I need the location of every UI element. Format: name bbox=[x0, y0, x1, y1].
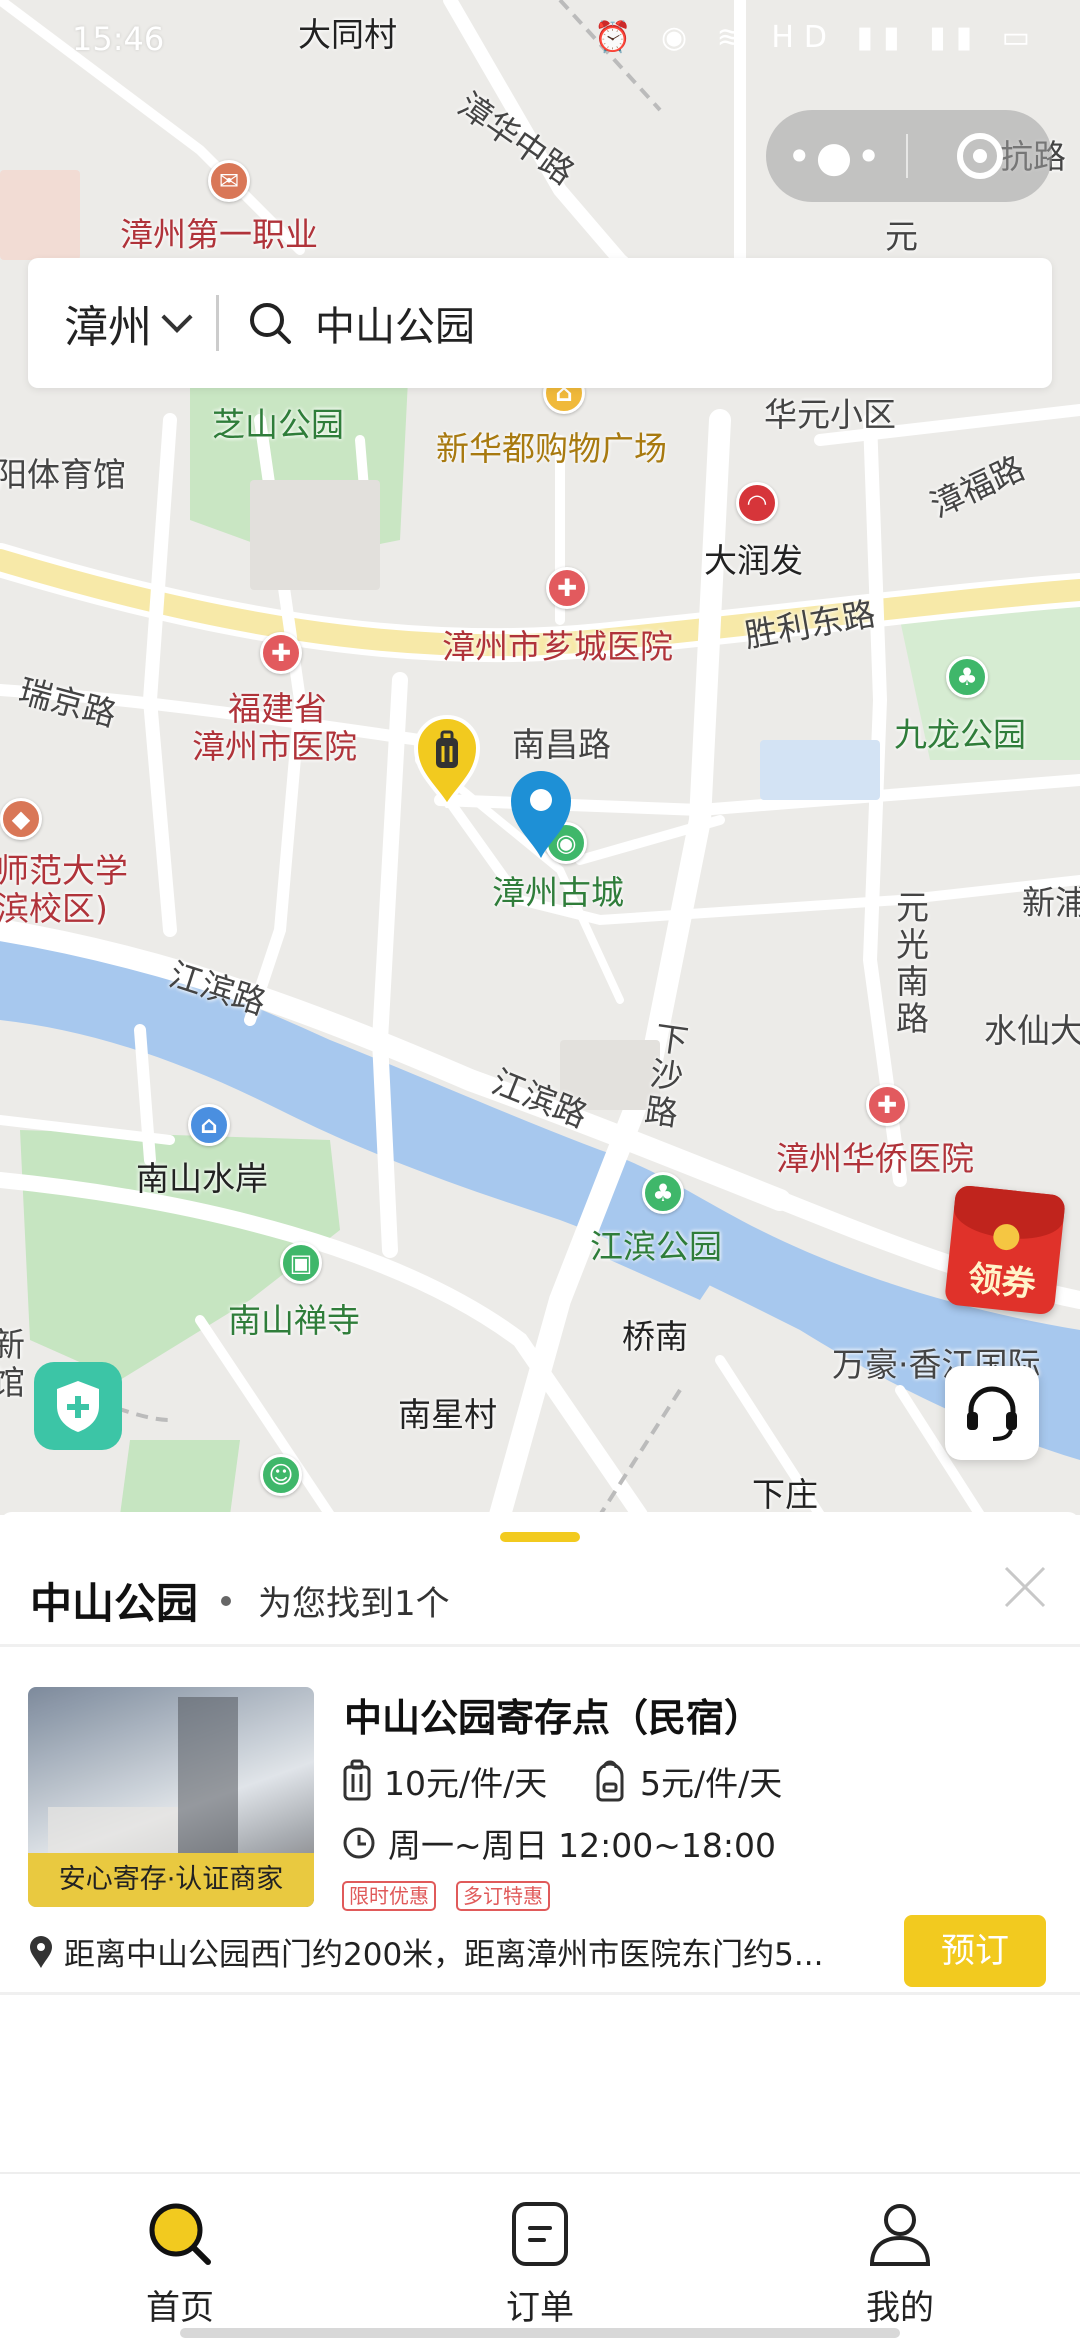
hospital-icon[interactable]: ✚ bbox=[260, 632, 302, 674]
residence-icon[interactable]: ⌂ bbox=[188, 1104, 230, 1146]
close-icon[interactable] bbox=[1002, 1564, 1048, 1610]
darunfa-logo-icon[interactable]: ◠ bbox=[736, 482, 778, 524]
location-pin-icon bbox=[511, 771, 571, 858]
store-photo[interactable]: 安心寄存·认证商家 bbox=[28, 1687, 314, 1907]
promo-tag: 限时优惠 bbox=[342, 1881, 436, 1911]
promo-tag: 多订特惠 bbox=[456, 1881, 550, 1911]
poi-icon[interactable]: ☺ bbox=[260, 1454, 302, 1496]
map-label: 南山禅寺 bbox=[228, 1301, 360, 1340]
map-label: 阳体育馆 bbox=[0, 455, 126, 494]
map-label: 滨校区) bbox=[0, 889, 108, 928]
hospital-icon[interactable]: ✚ bbox=[866, 1084, 908, 1126]
map-view[interactable]: ✉ ⌂ ◠ ✚ ✚ ♣ ◆ ◉ ✚ ⌂ ♣ ▣ ☺ 大同村 漳华中路 抗路 漳州… bbox=[0, 0, 1080, 1515]
map-label: 南昌路 bbox=[512, 725, 611, 764]
tab-mine[interactable]: 我的 bbox=[810, 2198, 990, 2329]
price-luggage: 10元/件/天 bbox=[342, 1757, 547, 1805]
safety-shield-button[interactable] bbox=[34, 1362, 122, 1450]
storage-point-pin-icon[interactable] bbox=[412, 712, 482, 808]
tab-orders[interactable]: 订单 bbox=[450, 2198, 630, 2329]
store-distance-text: 距离中山公园西门约200米，距离漳州市医院东门约5... bbox=[64, 1937, 824, 1973]
search-icon bbox=[250, 303, 291, 344]
close-miniprogram-button[interactable] bbox=[908, 133, 1052, 179]
order-icon bbox=[512, 2202, 568, 2266]
user-icon bbox=[869, 2204, 931, 2266]
price-luggage-text: 10元/件/天 bbox=[384, 1764, 548, 1803]
chevron-down-icon bbox=[161, 301, 193, 333]
storage-point-card[interactable]: 安心寄存·认证商家 中山公园寄存点（民宿） 10元/件/天 5元/件/天 周一~… bbox=[0, 1647, 1080, 1992]
map-label: 江滨公园 bbox=[590, 1227, 722, 1266]
search-input[interactable]: 中山公园 bbox=[315, 294, 475, 352]
map-label: 华元小区 bbox=[764, 395, 896, 434]
map-label: 南山水岸 bbox=[136, 1159, 268, 1198]
map-label: 新浦 bbox=[1022, 883, 1080, 922]
coupon-label: 领券 bbox=[965, 1258, 1038, 1306]
status-icons: ⏰ ◉ ≋ HD ▮▮ ▮▮ ▭ bbox=[594, 20, 1040, 55]
map-label: 漳州市医院 bbox=[192, 727, 357, 766]
status-bar: 15:46 ⏰ ◉ ≋ HD ▮▮ ▮▮ ▭ bbox=[0, 0, 1080, 80]
map-label: 新馆 bbox=[0, 1325, 25, 1402]
price-bag: 5元/件/天 bbox=[592, 1757, 782, 1805]
miniprogram-capsule: •●• bbox=[766, 110, 1052, 202]
results-title: 中山公园 bbox=[30, 1579, 199, 1628]
map-label: 新华都购物广场 bbox=[436, 429, 667, 468]
results-sheet: 中山公园 为您找到1个 安心寄存·认证商家 中山公园寄存点（民宿） 10元/件/… bbox=[0, 1512, 1080, 2172]
map-label: 漳州华侨医院 bbox=[776, 1139, 974, 1178]
tab-label: 订单 bbox=[506, 2288, 574, 2328]
city-name: 漳州 bbox=[64, 302, 152, 353]
search-bar: 漳州 中山公园 bbox=[28, 258, 1052, 388]
map-label: 大润发 bbox=[704, 541, 803, 580]
coupon-red-envelope-button[interactable]: 领券 bbox=[944, 1184, 1066, 1316]
store-distance: 距离中山公园西门约200米，距离漳州市医院东门约5... bbox=[28, 1929, 888, 1974]
map-label: 南星村 bbox=[398, 1395, 497, 1434]
temple-icon[interactable]: ▣ bbox=[280, 1242, 322, 1284]
certified-badge: 安心寄存·认证商家 bbox=[28, 1853, 314, 1907]
tab-home[interactable]: 首页 bbox=[90, 2198, 270, 2329]
tab-label: 我的 bbox=[866, 2288, 934, 2328]
sheet-drag-handle[interactable] bbox=[500, 1532, 580, 1542]
map-label: 元光南路 bbox=[896, 888, 929, 1038]
location-icon bbox=[30, 1935, 52, 1968]
park-south bbox=[120, 1440, 240, 1515]
separator-dot bbox=[221, 1596, 231, 1606]
map-label: 下庄 bbox=[752, 1475, 818, 1514]
city-selector[interactable]: 漳州 bbox=[28, 291, 216, 355]
search-divider bbox=[216, 295, 219, 351]
bottom-tab-bar: 首页 订单 我的 bbox=[0, 2172, 1080, 2340]
more-menu-button[interactable]: •●• bbox=[766, 132, 906, 181]
tab-label: 首页 bbox=[146, 2288, 214, 2328]
price-bag-text: 5元/件/天 bbox=[640, 1764, 783, 1803]
school-icon[interactable]: ✉ bbox=[208, 160, 250, 202]
store-hours: 周一~周日 12:00~18:00 bbox=[342, 1819, 776, 1867]
map-label: 元 bbox=[885, 217, 918, 256]
suitcase-icon bbox=[343, 1759, 371, 1801]
status-time: 15:46 bbox=[72, 20, 165, 58]
headset-icon bbox=[967, 1386, 1017, 1441]
university-icon[interactable]: ◆ bbox=[0, 798, 42, 840]
store-hours-text: 周一~周日 12:00~18:00 bbox=[388, 1826, 776, 1865]
map-label: 师范大学 bbox=[0, 851, 128, 890]
hospital-icon[interactable]: ✚ bbox=[546, 567, 588, 609]
customer-service-button[interactable] bbox=[945, 1366, 1039, 1460]
map-label: 水仙大 bbox=[984, 1011, 1080, 1050]
map-label: 漳州市芗城医院 bbox=[442, 627, 673, 666]
map-label: 芝山公园 bbox=[212, 405, 344, 444]
store-name: 中山公园寄存点（民宿） bbox=[344, 1696, 763, 1740]
backpack-icon bbox=[596, 1760, 624, 1802]
park-icon[interactable]: ♣ bbox=[946, 656, 988, 698]
map-label: 漳州第一职业 bbox=[120, 215, 318, 254]
map-label: 桥南 bbox=[622, 1317, 688, 1356]
results-count: 为您找到1个 bbox=[258, 1584, 450, 1624]
clock-icon bbox=[343, 1827, 375, 1859]
park-icon[interactable]: ♣ bbox=[642, 1172, 684, 1214]
home-indicator bbox=[180, 2328, 900, 2338]
shield-plus-icon bbox=[57, 1381, 99, 1432]
search-icon bbox=[149, 2203, 211, 2265]
book-button[interactable]: 预订 bbox=[904, 1915, 1046, 1987]
target-ring-icon bbox=[957, 133, 1003, 179]
map-label: 福建省 bbox=[228, 689, 327, 728]
map-label: 漳州古城 bbox=[492, 873, 624, 912]
divider bbox=[0, 1992, 1080, 1995]
map-label: 九龙公园 bbox=[894, 715, 1026, 754]
